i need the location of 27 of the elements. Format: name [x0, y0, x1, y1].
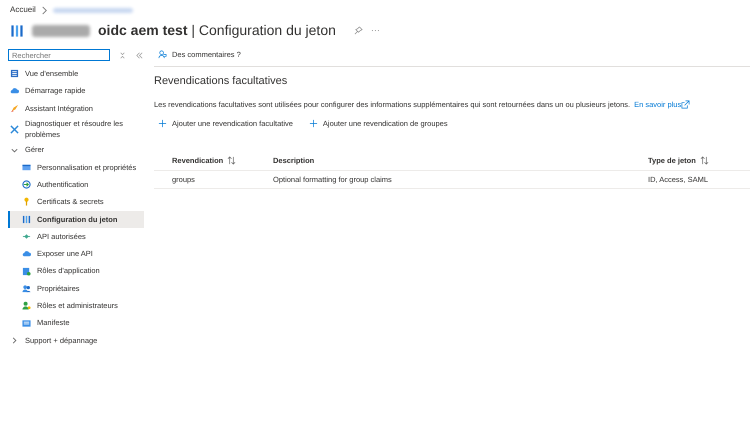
cloud-icon [22, 249, 31, 258]
tools-icon [10, 124, 19, 134]
key-icon [22, 197, 31, 206]
document-icon [22, 318, 31, 328]
bars-icon [22, 214, 31, 224]
chevron-icon [40, 6, 49, 14]
user-icon [22, 301, 31, 310]
collapse-icon [118, 50, 127, 60]
grid-icon [10, 69, 19, 78]
sign-in-icon [22, 180, 31, 190]
page-title: oidc aem test | Configuration du jeton [98, 21, 336, 40]
section-title: Revendications facultatives [154, 74, 288, 89]
plus-icon [308, 118, 318, 128]
redacted-text [32, 24, 90, 36]
bars-icon [10, 24, 24, 38]
cloud-icon [10, 86, 19, 96]
feedback-icon [158, 50, 167, 60]
more-icon[interactable]: ··· [370, 24, 380, 38]
plus-icon [158, 118, 167, 128]
api-icon [22, 232, 31, 242]
people-icon [22, 284, 31, 293]
breadcrumb-link[interactable]: Accueil [10, 4, 36, 16]
card-icon [22, 162, 31, 172]
pin-icon[interactable] [354, 26, 363, 35]
double-chevron-icon [135, 50, 144, 60]
chevron-right-icon [10, 336, 19, 345]
external-link-icon [681, 100, 690, 109]
